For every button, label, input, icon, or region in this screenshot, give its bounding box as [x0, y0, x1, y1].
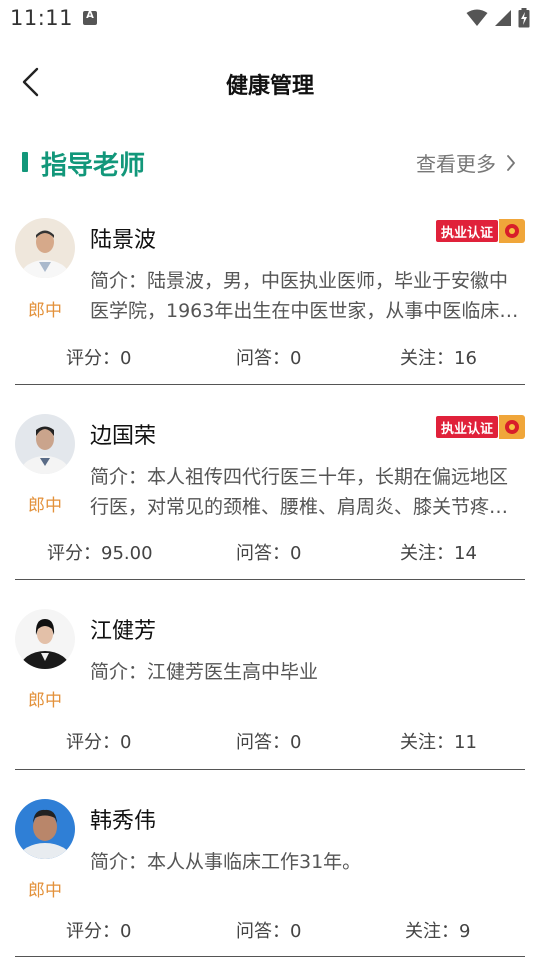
- divider: [15, 956, 525, 957]
- doctor-intro: 简介：陆景波，男，中医执业医师，毕业于安徽中医学院，1963年出生在中医世家，从…: [90, 270, 519, 322]
- cert-label: 执业认证: [435, 219, 499, 243]
- status-bar: 11:11 A: [0, 0, 540, 36]
- teacher-card[interactable]: 郎中 边国荣 执业认证 简介：本人祖传四代行医三十年，长期在偏远地区行医，对常见…: [0, 385, 540, 580]
- score-value: 0: [120, 348, 132, 369]
- status-time: 11:11: [10, 6, 74, 30]
- cert-label: 执业认证: [435, 415, 499, 439]
- nav-bar: 健康管理: [0, 36, 540, 128]
- cellular-signal-icon: [495, 10, 511, 26]
- doctor-intro: 简介：本人从事临床工作31年。: [90, 851, 362, 873]
- avatar: [15, 218, 75, 278]
- certification-badge: 执业认证: [435, 219, 525, 243]
- notification-a-icon: A: [83, 10, 97, 25]
- doctor-title-tag: 郎中: [28, 496, 62, 516]
- page-title: 健康管理: [225, 74, 314, 99]
- follow-value: 11: [454, 732, 477, 753]
- avatar: [15, 414, 75, 474]
- follow-label: 关注：: [405, 921, 459, 942]
- score-stat: 评分：95.00: [47, 539, 153, 565]
- follow-label: 关注：: [400, 732, 454, 753]
- follow-label: 关注：: [400, 348, 454, 369]
- doctor-name: 江健芳: [90, 619, 157, 644]
- score-value: 0: [120, 921, 132, 942]
- score-stat: 评分：0: [66, 917, 131, 943]
- section-accent-bar: [22, 152, 28, 172]
- qa-stat: 问答：0: [236, 539, 301, 565]
- qa-label: 问答：: [236, 921, 290, 942]
- follow-value: 16: [454, 348, 477, 369]
- certification-badge: 执业认证: [435, 415, 525, 439]
- qa-stat: 问答：0: [236, 728, 301, 754]
- doctor-title-tag: 郎中: [28, 691, 62, 711]
- qa-label: 问答：: [236, 348, 290, 369]
- teacher-card[interactable]: 郎中 陆景波 执业认证 简介：陆景波，男，中医执业医师，毕业于安徽中医学院，19…: [0, 198, 540, 385]
- national-emblem-icon: [499, 219, 525, 243]
- section-header: 指导老师 查看更多: [0, 128, 540, 198]
- chevron-right-icon: [507, 154, 515, 171]
- qa-value: 0: [290, 543, 302, 564]
- score-stat: 评分：0: [66, 728, 131, 754]
- teacher-card[interactable]: 郎中 江健芳 简介：江健芳医生高中毕业 评分：0 问答：0 关注：11: [0, 580, 540, 770]
- follow-stat: 关注：14: [400, 539, 477, 565]
- score-label: 评分：: [66, 348, 120, 369]
- doctor-name: 陆景波: [90, 228, 157, 253]
- doctor-name: 韩秀伟: [90, 809, 157, 834]
- qa-label: 问答：: [236, 732, 290, 753]
- teacher-card[interactable]: 郎中 韩秀伟 简介：本人从事临床工作31年。 评分：0 问答：0 关注：9: [0, 770, 540, 960]
- status-icons: [466, 8, 530, 28]
- qa-value: 0: [290, 921, 302, 942]
- follow-value: 14: [454, 543, 477, 564]
- national-emblem-icon: [499, 415, 525, 439]
- qa-label: 问答：: [236, 543, 290, 564]
- doctor-name: 边国荣: [90, 424, 157, 449]
- score-label: 评分：: [66, 921, 120, 942]
- avatar: [15, 799, 75, 859]
- qa-value: 0: [290, 732, 302, 753]
- doctor-title-tag: 郎中: [28, 881, 62, 901]
- battery-charging-icon: [518, 8, 530, 28]
- score-label: 评分：: [66, 732, 120, 753]
- score-label: 评分：: [47, 543, 101, 564]
- notification-letter: A: [86, 10, 94, 21]
- view-more-label: 查看更多: [416, 152, 496, 176]
- doctor-title-tag: 郎中: [28, 301, 62, 321]
- follow-label: 关注：: [400, 543, 454, 564]
- follow-stat: 关注：9: [405, 917, 470, 943]
- wifi-icon: [466, 9, 488, 26]
- doctor-intro: 简介：本人祖传四代行医三十年，长期在偏远地区行医，对常见的颈椎、腰椎、肩周炎、膝…: [90, 466, 509, 518]
- score-value: 0: [120, 732, 132, 753]
- section-title: 指导老师: [41, 151, 146, 181]
- follow-stat: 关注：11: [400, 728, 477, 754]
- view-more-button[interactable]: 查看更多: [416, 148, 516, 177]
- follow-value: 9: [459, 921, 471, 942]
- avatar: [15, 609, 75, 669]
- follow-stat: 关注：16: [400, 344, 477, 370]
- qa-value: 0: [290, 348, 302, 369]
- score-value: 95.00: [101, 543, 153, 564]
- qa-stat: 问答：0: [236, 917, 301, 943]
- score-stat: 评分：0: [66, 344, 131, 370]
- doctor-intro: 简介：江健芳医生高中毕业: [90, 661, 319, 683]
- qa-stat: 问答：0: [236, 344, 301, 370]
